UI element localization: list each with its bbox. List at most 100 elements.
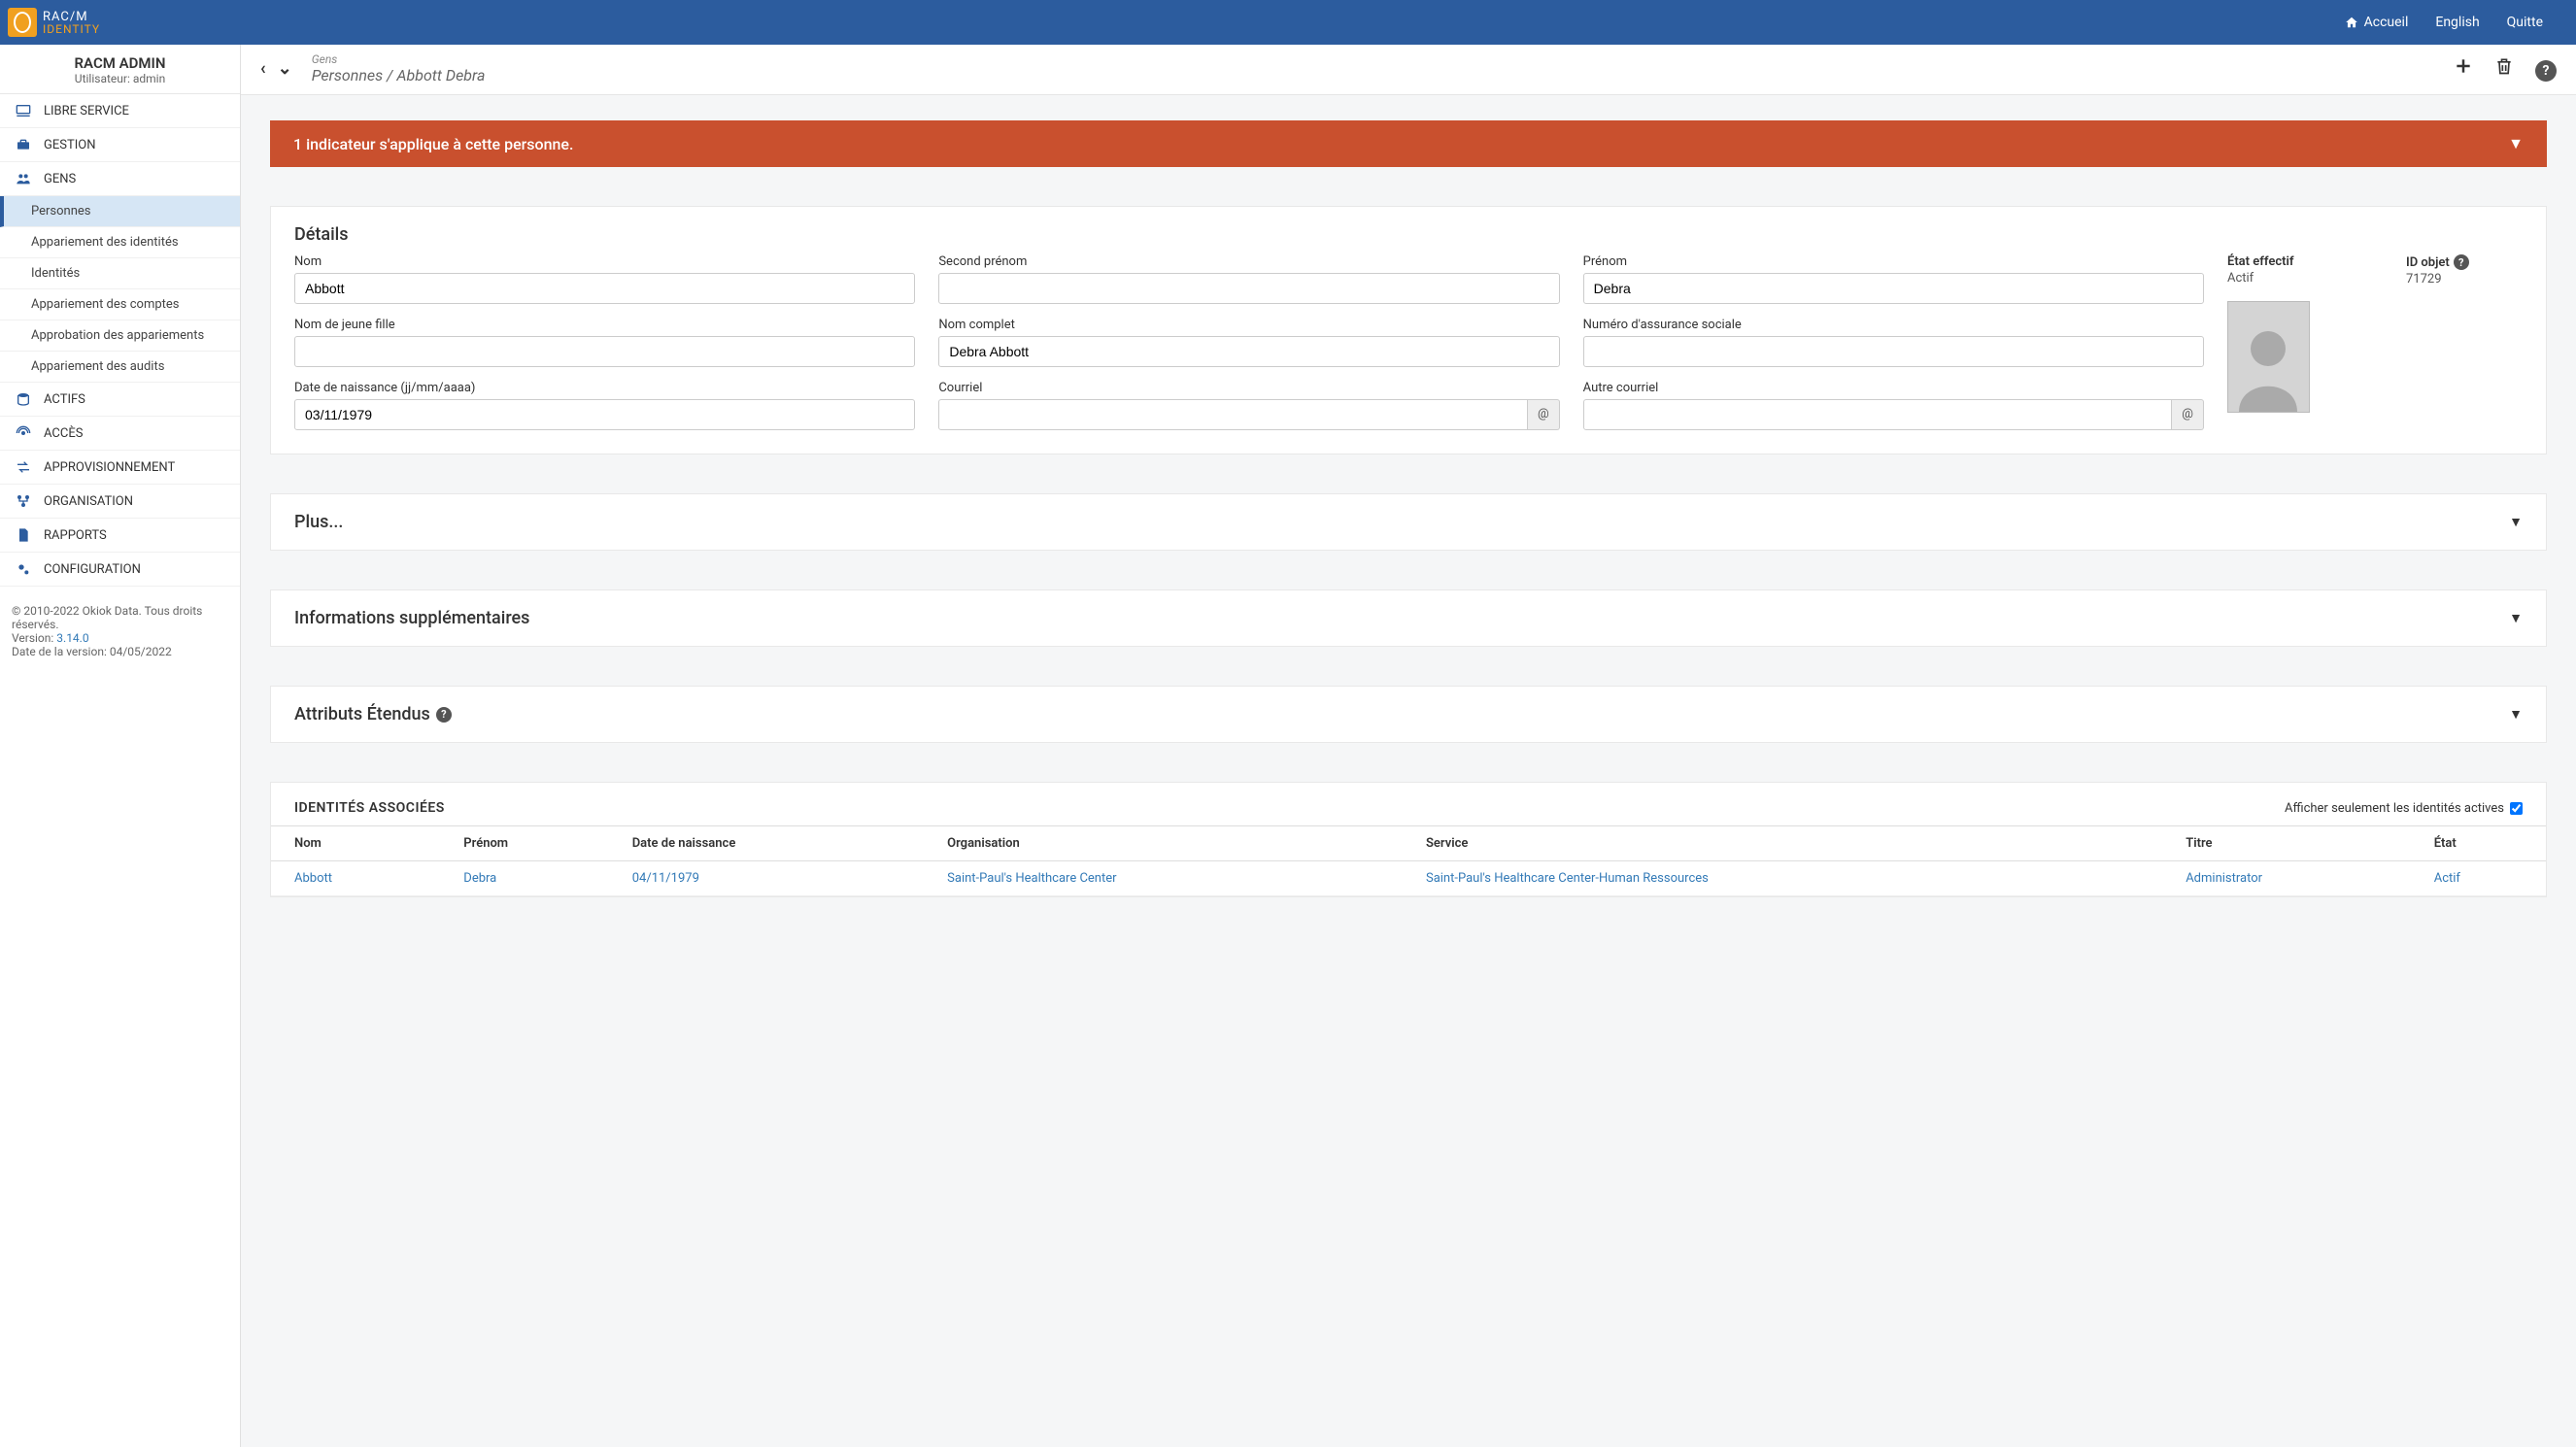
- cell-prenom[interactable]: Debra: [463, 871, 496, 886]
- delete-button[interactable]: [2494, 56, 2514, 82]
- col-etat[interactable]: État: [2423, 826, 2546, 861]
- infos-header[interactable]: Informations supplémentaires ▼: [271, 590, 2546, 646]
- value-id-objet: 71729: [2406, 272, 2523, 286]
- brand-line2: IDENTITY: [43, 23, 100, 35]
- sidebar: RACM ADMIN Utilisateur: admin LIBRE SERV…: [0, 45, 241, 1447]
- col-dob[interactable]: Date de naissance: [621, 826, 935, 861]
- network-icon: [15, 493, 32, 509]
- breadcrumb-top: Gens: [312, 52, 486, 66]
- table-row[interactable]: Abbott Debra 04/11/1979 Saint-Paul's Hea…: [271, 861, 2546, 896]
- breadcrumb-bottom: Personnes / Abbott Debra: [312, 66, 486, 84]
- input-prenom[interactable]: [1583, 273, 2204, 304]
- copyright: © 2010-2022 Okiok Data. Tous droits rése…: [12, 604, 228, 631]
- active-filter-checkbox[interactable]: [2510, 802, 2523, 815]
- plus-panel: Plus... ▼: [270, 493, 2547, 551]
- subnav-approbation[interactable]: Approbation des appariements: [0, 320, 240, 352]
- label-nom-complet: Nom complet: [938, 318, 1559, 332]
- active-filter: Afficher seulement les identités actives: [2285, 801, 2523, 816]
- user-label: Utilisateur: admin: [0, 72, 240, 85]
- help-icon[interactable]: ?: [2454, 254, 2469, 270]
- nav-configuration[interactable]: CONFIGURATION: [0, 553, 240, 587]
- label-dob: Date de naissance (jj/mm/aaaa): [294, 381, 915, 395]
- help-button[interactable]: ?: [2535, 56, 2557, 82]
- nav-language[interactable]: English: [2422, 15, 2492, 30]
- cell-dob[interactable]: 04/11/1979: [632, 871, 699, 886]
- nav-back-icon[interactable]: ‹: [260, 58, 266, 79]
- cell-nom[interactable]: Abbott: [294, 871, 332, 886]
- col-service[interactable]: Service: [1414, 826, 2174, 861]
- caret-down-icon: ▼: [2508, 134, 2524, 153]
- cell-org[interactable]: Saint-Paul's Healthcare Center: [947, 871, 1116, 886]
- help-icon: ?: [2535, 60, 2557, 82]
- release-line: Date de la version: 04/05/2022: [12, 645, 228, 658]
- indicator-alert[interactable]: 1 indicateur s'applique à cette personne…: [270, 120, 2547, 167]
- nav-acces[interactable]: ACCÈS: [0, 417, 240, 451]
- label-second-prenom: Second prénom: [938, 254, 1559, 269]
- caret-down-icon: ▼: [2509, 514, 2523, 530]
- label-nom-jeune-fille: Nom de jeune fille: [294, 318, 915, 332]
- file-icon: [15, 527, 32, 543]
- cell-etat[interactable]: Actif: [2434, 871, 2460, 886]
- subnav-personnes[interactable]: Personnes: [0, 196, 240, 227]
- email-addon-icon[interactable]: @: [2172, 399, 2204, 430]
- avatar: [2227, 301, 2310, 413]
- subnav-appariement-audits[interactable]: Appariement des audits: [0, 352, 240, 383]
- input-nas[interactable]: [1583, 336, 2204, 367]
- home-icon: [2345, 16, 2358, 29]
- col-nom[interactable]: Nom: [271, 826, 452, 861]
- label-id-objet: ID objet ?: [2406, 254, 2523, 270]
- nav-home[interactable]: Accueil: [2331, 15, 2423, 30]
- add-button[interactable]: [2454, 56, 2473, 82]
- input-nom-complet[interactable]: [938, 336, 1559, 367]
- brand-logo[interactable]: RAC/M IDENTITY: [0, 8, 100, 37]
- database-icon: [15, 391, 32, 407]
- brand-line1: RAC/M: [43, 11, 100, 23]
- email-addon-icon[interactable]: @: [1528, 399, 1560, 430]
- infos-panel: Informations supplémentaires ▼: [270, 589, 2547, 647]
- details-panel: Détails Nom Nom de jeune fille Date de n…: [270, 206, 2547, 454]
- nav-rapports[interactable]: RAPPORTS: [0, 519, 240, 553]
- attributs-panel: Attributs Étendus ? ▼: [270, 686, 2547, 743]
- subnav-appariement-comptes[interactable]: Appariement des comptes: [0, 289, 240, 320]
- cell-service[interactable]: Saint-Paul's Healthcare Center-Human Res…: [1426, 871, 1709, 886]
- label-autre-courriel: Autre courriel: [1583, 381, 2204, 395]
- nav-gens[interactable]: GENS: [0, 162, 240, 196]
- plus-header[interactable]: Plus... ▼: [271, 494, 2546, 550]
- nav-quit[interactable]: Quitte: [2493, 15, 2557, 30]
- col-org[interactable]: Organisation: [935, 826, 1414, 861]
- nav-dropdown-icon[interactable]: ⌄: [278, 58, 292, 79]
- label-nom: Nom: [294, 254, 915, 269]
- nav-libre-service[interactable]: LIBRE SERVICE: [0, 94, 240, 128]
- broadcast-icon: [15, 425, 32, 441]
- page-header: ‹ ⌄ Gens Personnes / Abbott Debra ?: [241, 45, 2576, 95]
- col-titre[interactable]: Titre: [2174, 826, 2423, 861]
- logo-icon: [8, 8, 37, 37]
- monitor-icon: [15, 103, 32, 118]
- help-icon[interactable]: ?: [436, 707, 452, 723]
- label-etat-effectif: État effectif: [2227, 254, 2383, 269]
- label-nas: Numéro d'assurance sociale: [1583, 318, 2204, 332]
- nav-gestion[interactable]: GESTION: [0, 128, 240, 162]
- input-nom[interactable]: [294, 273, 915, 304]
- col-prenom[interactable]: Prénom: [452, 826, 620, 861]
- people-icon: [15, 171, 32, 186]
- subnav-identites[interactable]: Identités: [0, 258, 240, 289]
- nav-actifs[interactable]: ACTIFS: [0, 383, 240, 417]
- nav-approvisionnement[interactable]: APPROVISIONNEMENT: [0, 451, 240, 485]
- nav-organisation[interactable]: ORGANISATION: [0, 485, 240, 519]
- subnav-appariement-identites[interactable]: Appariement des identités: [0, 227, 240, 258]
- input-autre-courriel[interactable]: [1583, 399, 2173, 430]
- input-courriel[interactable]: [938, 399, 1528, 430]
- version-link[interactable]: 3.14.0: [56, 631, 88, 645]
- input-nom-jeune-fille[interactable]: [294, 336, 915, 367]
- cell-titre[interactable]: Administrator: [2186, 871, 2262, 886]
- identities-table: Nom Prénom Date de naissance Organisatio…: [271, 825, 2546, 896]
- input-dob[interactable]: [294, 399, 915, 430]
- identities-title: IDENTITÉS ASSOCIÉES: [294, 800, 445, 816]
- label-prenom: Prénom: [1583, 254, 2204, 269]
- toolbox-icon: [15, 137, 32, 152]
- main-content: ‹ ⌄ Gens Personnes / Abbott Debra ?: [241, 45, 2576, 1447]
- attributs-header[interactable]: Attributs Étendus ? ▼: [271, 687, 2546, 742]
- input-second-prenom[interactable]: [938, 273, 1559, 304]
- caret-down-icon: ▼: [2509, 610, 2523, 626]
